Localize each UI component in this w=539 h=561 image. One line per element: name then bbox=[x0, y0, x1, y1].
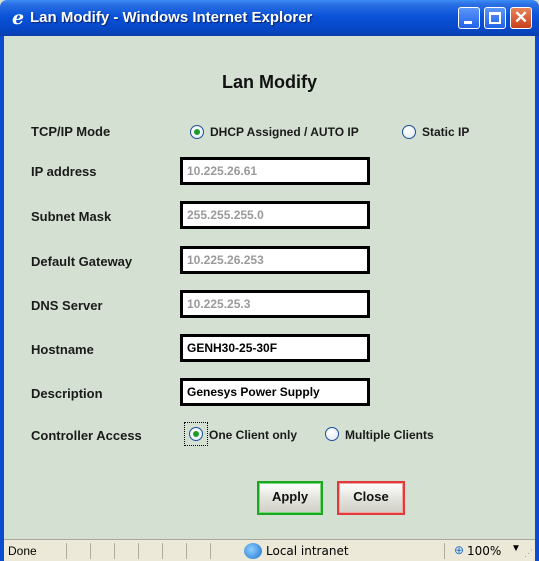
close-button[interactable]: Close bbox=[337, 481, 405, 515]
static-ip-radio[interactable] bbox=[402, 125, 416, 139]
window-frame-right bbox=[535, 36, 539, 561]
status-divider bbox=[138, 543, 139, 559]
status-divider bbox=[90, 543, 91, 559]
status-text: Done bbox=[8, 544, 37, 558]
subnet-mask-field[interactable]: 255.255.255.0 bbox=[180, 201, 370, 229]
ip-address-label: IP address bbox=[31, 164, 97, 179]
dns-server-field[interactable]: 10.225.25.3 bbox=[180, 290, 370, 318]
description-field[interactable]: Genesys Power Supply bbox=[180, 378, 370, 406]
dhcp-radio[interactable] bbox=[190, 125, 204, 139]
zoom-icon[interactable]: ⊕ bbox=[454, 543, 464, 557]
dhcp-radio-label[interactable]: DHCP Assigned / AUTO IP bbox=[210, 125, 359, 139]
zoom-level[interactable]: 100% bbox=[467, 544, 501, 558]
status-divider bbox=[444, 543, 445, 559]
tcpip-mode-label: TCP/IP Mode bbox=[31, 124, 111, 139]
title-bar[interactable]: e Lan Modify - Windows Internet Explorer… bbox=[0, 0, 539, 36]
hostname-label: Hostname bbox=[31, 342, 94, 357]
minimize-button[interactable] bbox=[458, 7, 480, 29]
status-bar: Done Local intranet ⊕ 100% ▼ ⋰ bbox=[4, 539, 535, 561]
maximize-icon bbox=[489, 12, 501, 24]
page-content: Lan Modify TCP/IP Mode DHCP Assigned / A… bbox=[4, 36, 535, 539]
one-client-radio[interactable] bbox=[189, 427, 203, 441]
status-divider bbox=[162, 543, 163, 559]
status-divider bbox=[186, 543, 187, 559]
status-divider bbox=[210, 543, 211, 559]
controller-access-label: Controller Access bbox=[31, 428, 142, 443]
one-client-radio-label[interactable]: One Client only bbox=[209, 428, 297, 442]
security-zone[interactable]: Local intranet bbox=[266, 544, 349, 558]
default-gateway-label: Default Gateway bbox=[31, 254, 133, 269]
ie-icon: e bbox=[11, 7, 25, 29]
ip-address-field[interactable]: 10.225.26.61 bbox=[180, 157, 370, 185]
hostname-field[interactable]: GENH30-25-30F bbox=[180, 334, 370, 362]
dns-server-label: DNS Server bbox=[31, 298, 103, 313]
status-divider bbox=[114, 543, 115, 559]
status-divider bbox=[66, 543, 67, 559]
multiple-clients-radio-label[interactable]: Multiple Clients bbox=[345, 428, 434, 442]
intranet-globe-icon[interactable] bbox=[244, 543, 262, 559]
window-title: Lan Modify - Windows Internet Explorer bbox=[30, 9, 313, 26]
resize-grip-icon[interactable]: ⋰ bbox=[524, 548, 533, 558]
static-ip-radio-label[interactable]: Static IP bbox=[422, 125, 469, 139]
maximize-button[interactable] bbox=[484, 7, 506, 29]
multiple-clients-radio[interactable] bbox=[325, 427, 339, 441]
page-title: Lan Modify bbox=[222, 72, 317, 92]
zoom-dropdown-arrow-icon[interactable]: ▼ bbox=[511, 543, 521, 554]
close-icon: ✕ bbox=[513, 8, 529, 27]
default-gateway-field[interactable]: 10.225.26.253 bbox=[180, 246, 370, 274]
subnet-mask-label: Subnet Mask bbox=[31, 209, 112, 224]
close-window-button[interactable]: ✕ bbox=[510, 7, 532, 29]
description-label: Description bbox=[31, 386, 103, 401]
apply-button[interactable]: Apply bbox=[257, 481, 323, 515]
minimize-icon bbox=[464, 21, 472, 24]
